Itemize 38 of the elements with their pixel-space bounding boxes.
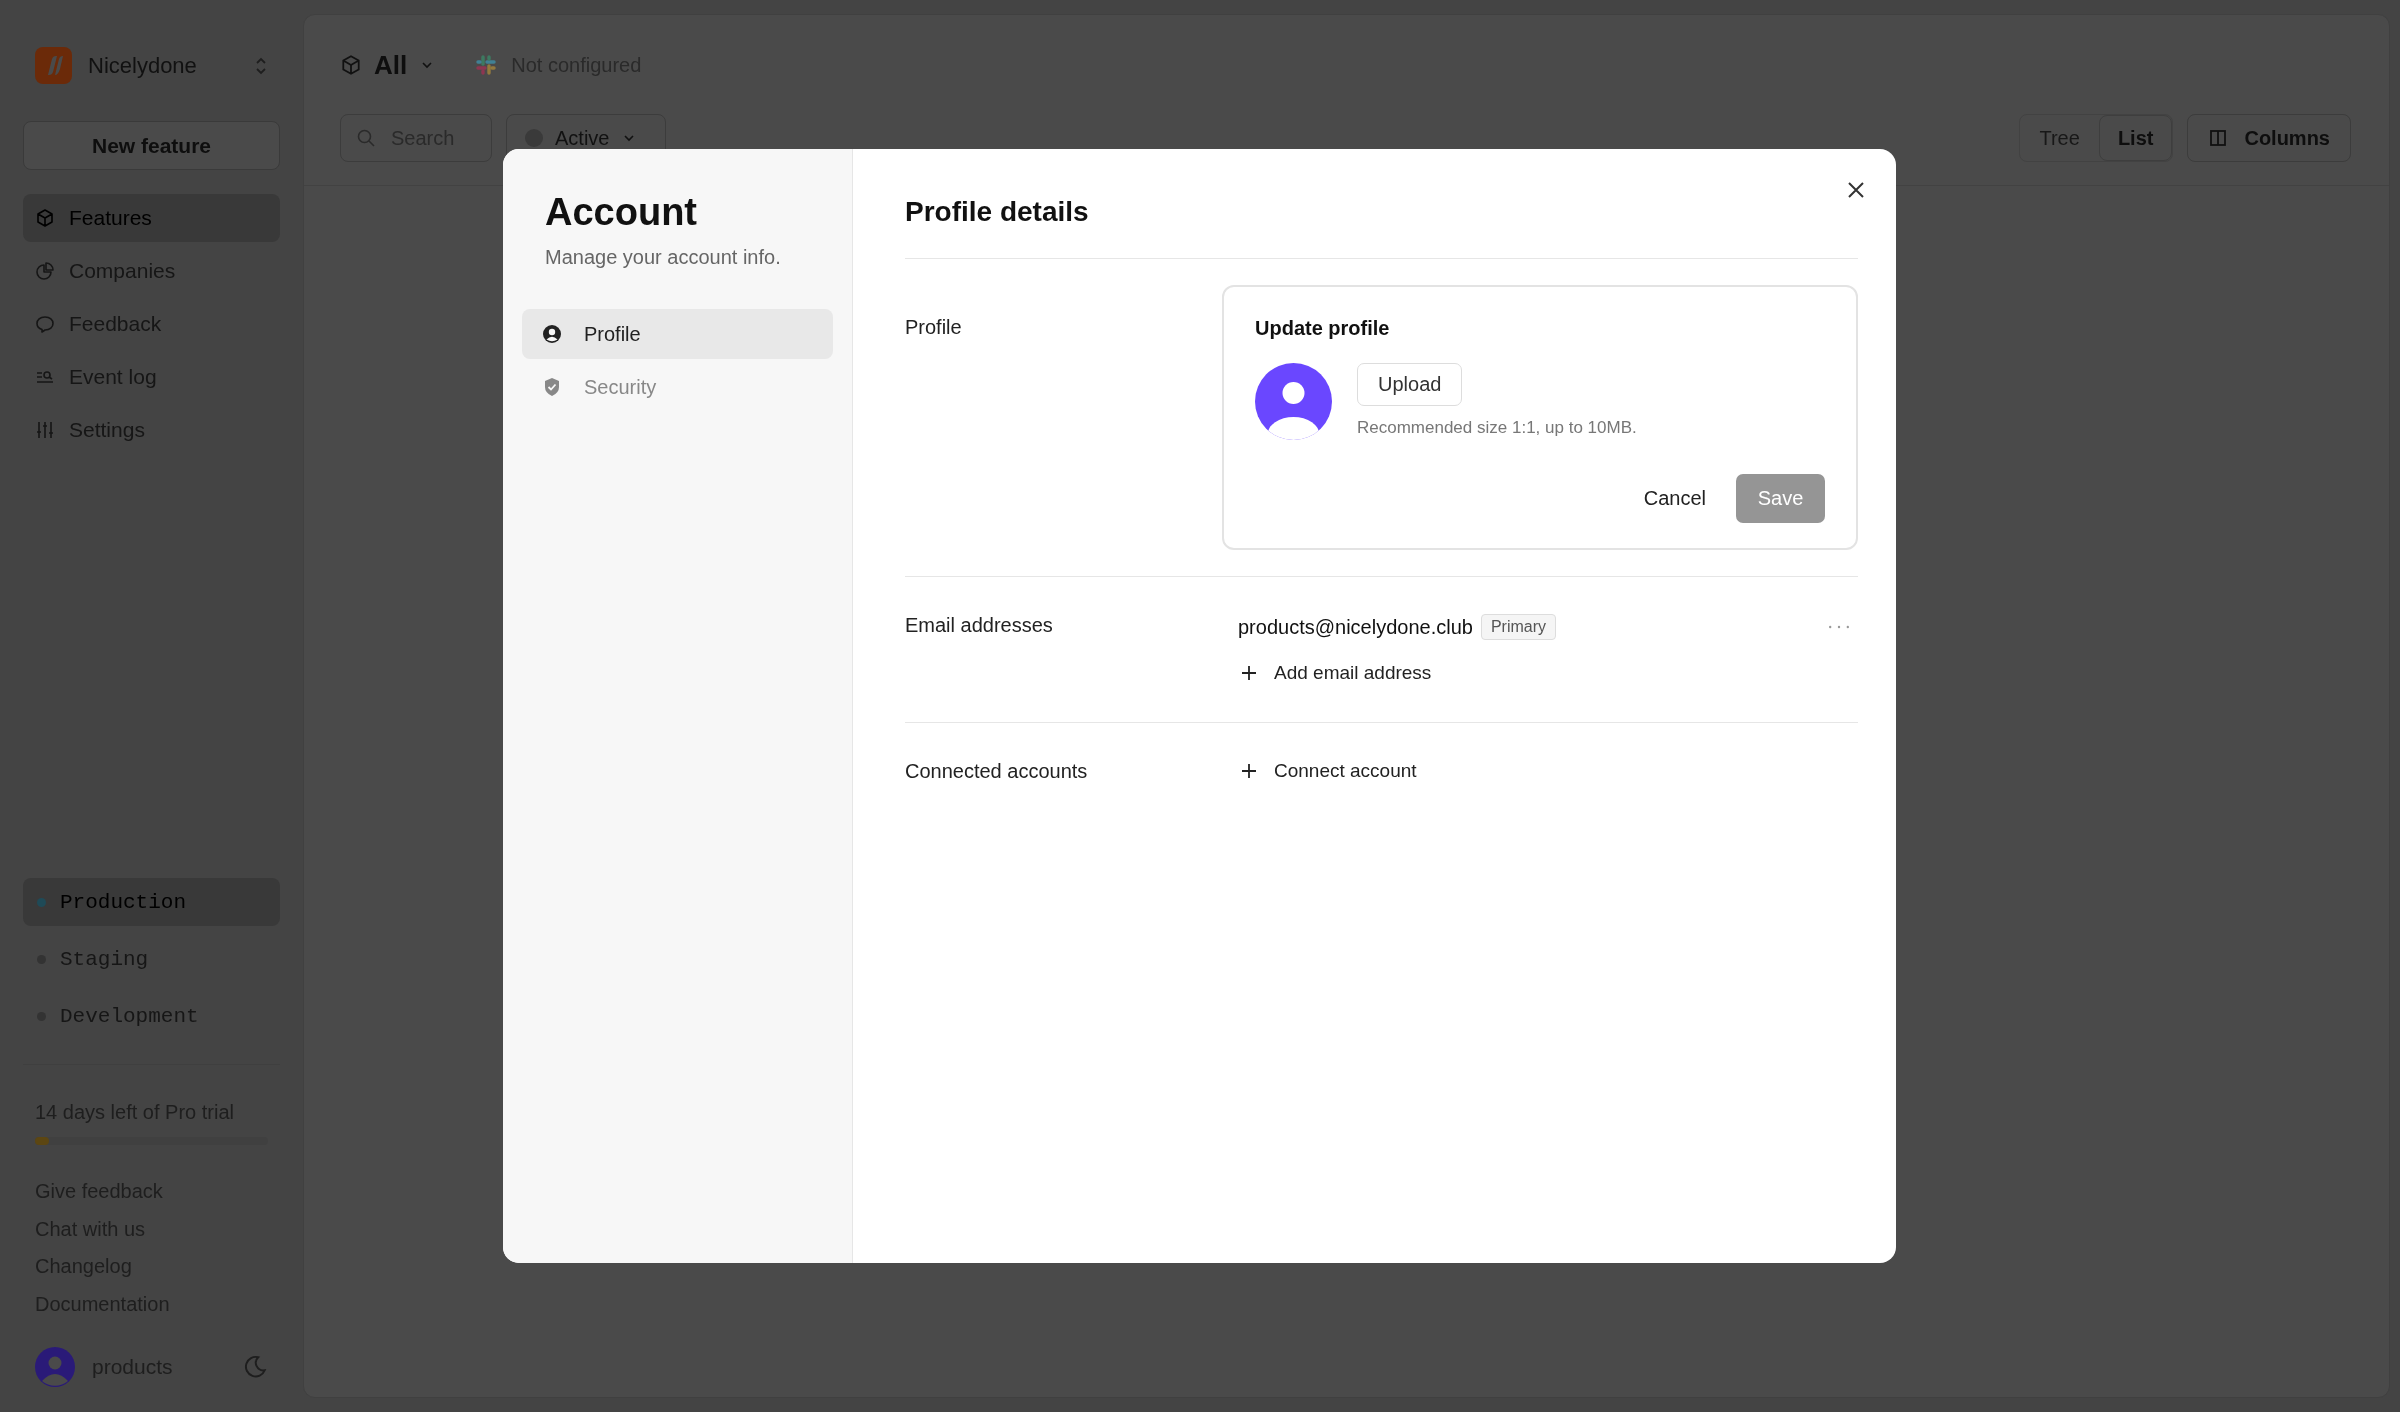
cube-icon [340,54,362,76]
user-circle-icon [542,324,562,344]
plus-icon [1240,762,1258,780]
sliders-icon [35,420,55,440]
environment-item[interactable]: Production [23,878,280,926]
nav-item[interactable]: Features [23,194,280,242]
new-feature-button[interactable]: New feature [23,121,280,170]
view-tab[interactable]: List [2098,115,2173,161]
chat-bubble-icon [35,314,55,334]
dialog-subtitle: Manage your account info. [544,245,782,270]
cube-icon [35,208,55,228]
upload-button[interactable]: Upload [1357,363,1463,406]
upload-hint: Recommended size 1:1, up to 10MB. [1357,418,1637,438]
scope-dropdown[interactable]: All [340,49,436,81]
columns-icon [2208,128,2229,148]
search-icon [356,128,376,148]
account-nav-item[interactable]: Security [522,362,833,412]
moon-icon[interactable] [242,1354,268,1380]
email-address: products@nicelydone.club [1238,615,1473,639]
connect-account-button[interactable]: Connect account [1238,760,1417,782]
plus-icon [1240,664,1258,682]
columns-button[interactable]: Columns [2187,114,2351,162]
dialog-title: Account [544,190,698,235]
cancel-button[interactable]: Cancel [1633,487,1716,510]
shield-check-icon [542,377,562,397]
colored-hash-icon [475,54,498,76]
user-avatar[interactable] [35,1347,75,1387]
pie-chart-icon [35,261,55,281]
primary-badge: Primary [1480,614,1556,640]
field-label: Connected accounts [905,760,1089,783]
logo-icon [35,47,72,84]
section-heading: Profile details [905,194,1858,259]
field-label: Email addresses [905,614,1054,638]
account-nav-item[interactable]: Profile [522,309,833,359]
add-email-button[interactable]: Add email address [1238,662,1432,684]
card-title: Update profile [1255,316,1391,341]
field-label: Profile [905,315,963,340]
more-icon[interactable] [1828,624,1850,630]
